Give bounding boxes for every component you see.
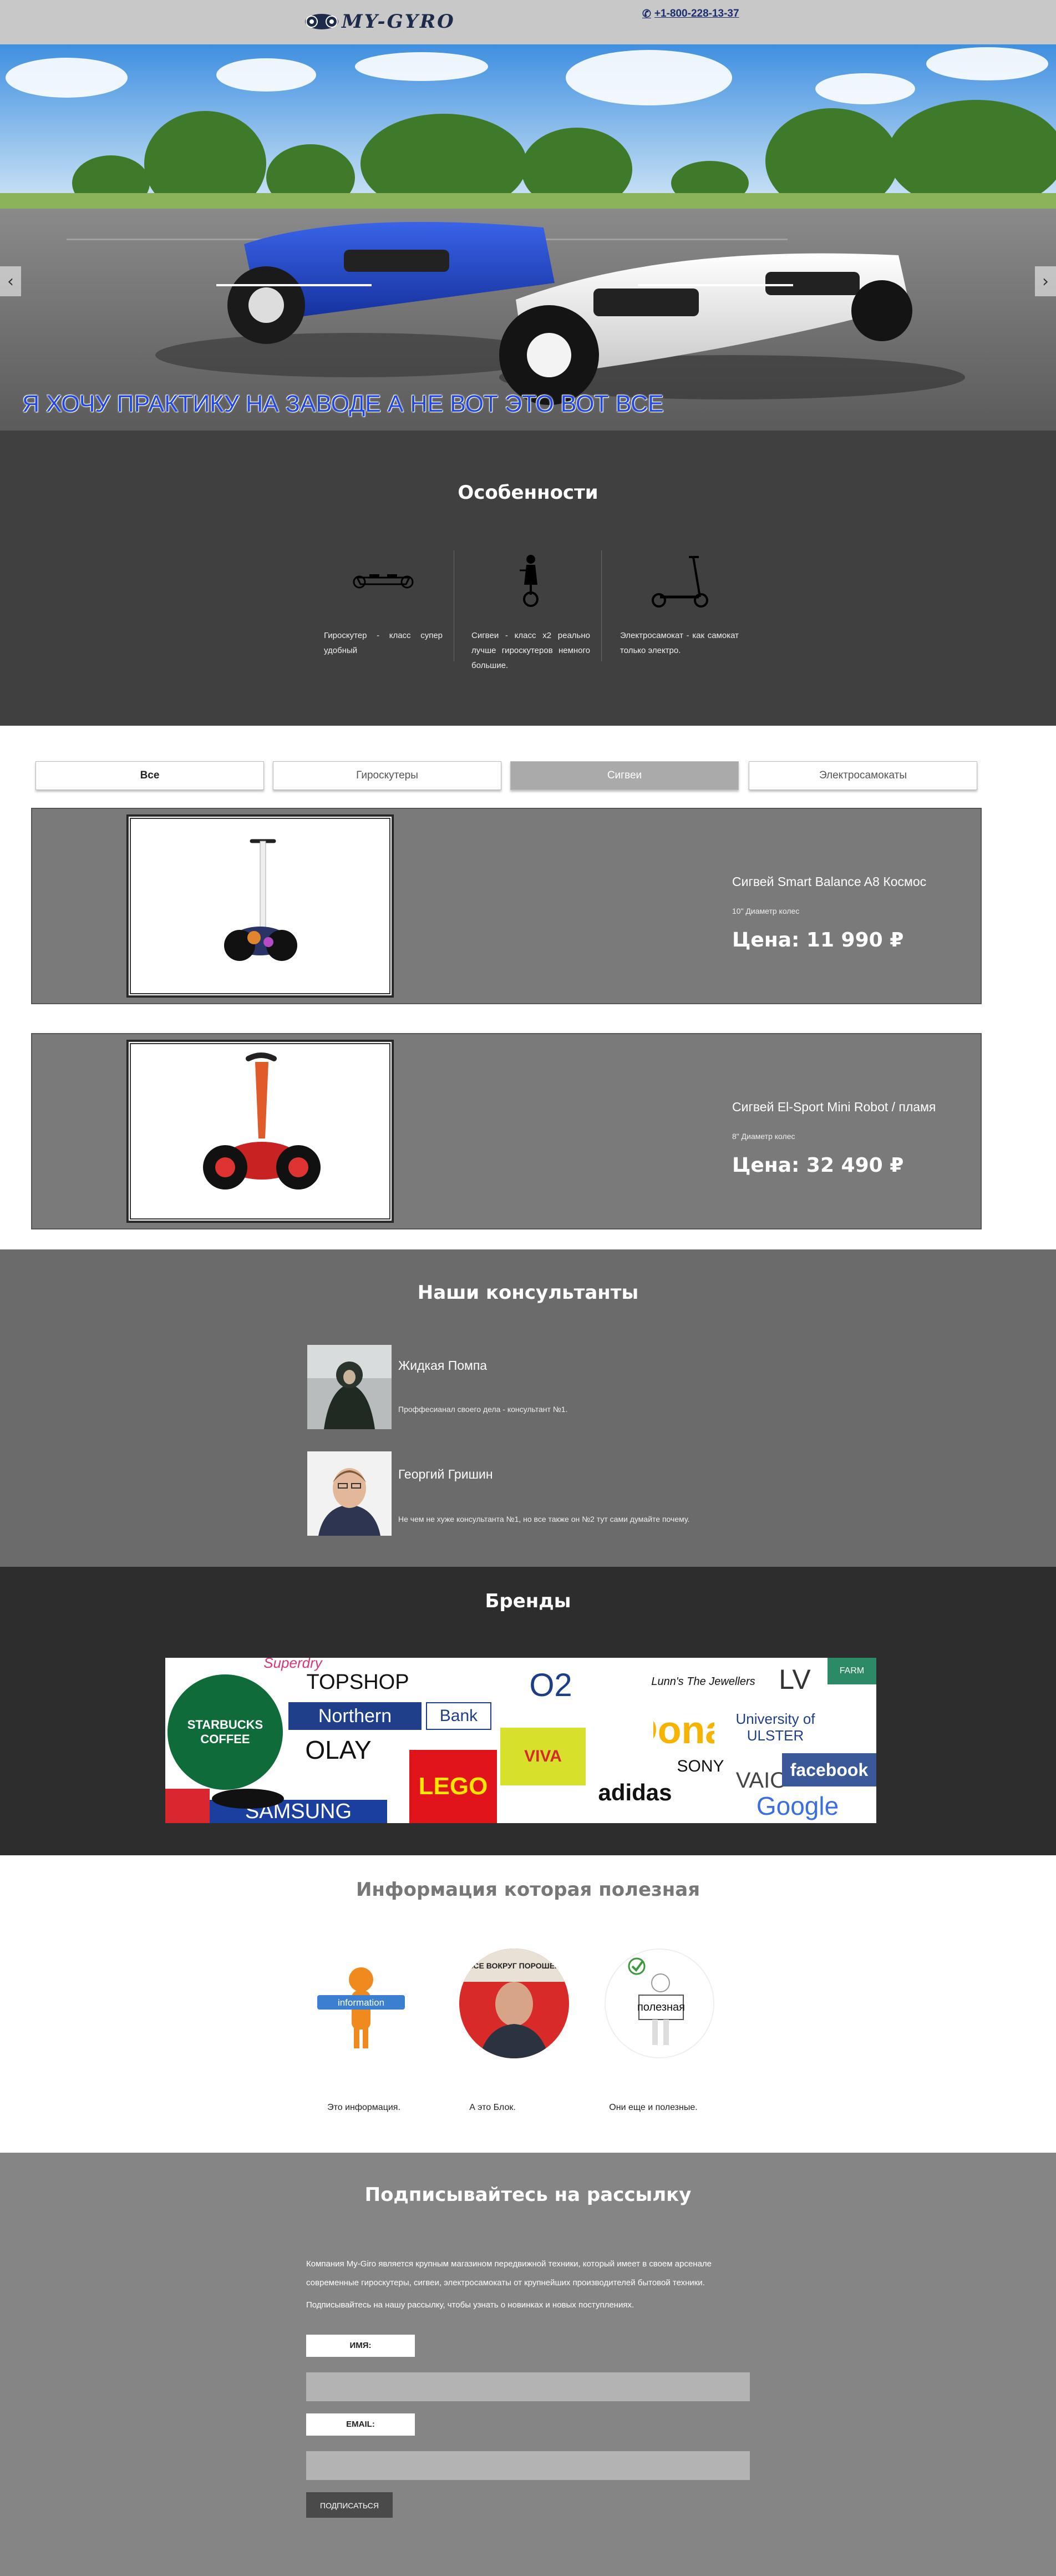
feature-item: Сигвеи - класс x2 реально лучше гироскут…: [471, 553, 590, 673]
consultant-name: Георгий Гришин: [398, 1467, 493, 1481]
info-sign-text: полезная: [637, 2001, 685, 2013]
info-section: Информация которая полезная information …: [0, 1855, 1056, 2153]
tab-scooters[interactable]: Электросамокаты: [749, 761, 977, 790]
chevron-left-icon: ‹: [7, 271, 14, 291]
product-image[interactable]: [126, 814, 394, 998]
product-spec: 8" Диаметр колес: [732, 1132, 795, 1141]
product-card[interactable]: Сигвей El-Sport Mini Robot / пламя 8" Ди…: [31, 1033, 982, 1229]
info-image[interactable]: information: [306, 1949, 416, 2058]
logo-text: MY-GYRO: [342, 11, 455, 33]
brand-logo: FARM: [827, 1658, 876, 1684]
hoverboard-logo-icon: [305, 14, 338, 29]
brand-logo: adidas: [598, 1779, 672, 1805]
info-caption: Это информация.: [327, 2103, 400, 2112]
features-section: Особенности Гироскутер - класс супер удо…: [0, 431, 1056, 726]
name-label: ИМЯ:: [306, 2335, 415, 2357]
brand-logo: STARBUCKS COFFEE: [167, 1674, 283, 1790]
segway-icon: [471, 553, 590, 608]
slider-indicator-1[interactable]: [216, 284, 372, 286]
brand-logo: O2: [529, 1667, 572, 1703]
info-image[interactable]: ВСЕ ВОКРУГ ПОРОШЕН: [459, 1949, 569, 2058]
feature-item: Электросамокат - как самокат только элек…: [620, 553, 739, 658]
hero-caption: Я ХОЧУ ПРАКТИКУ НА ЗАВОДЕ А НЕ ВОТ ЭТО В…: [22, 391, 664, 417]
slider-prev-button[interactable]: ‹: [0, 266, 21, 296]
product-card[interactable]: Сигвей Smart Balance A8 Космос 10" Диаме…: [31, 808, 982, 1004]
feature-text: Электросамокат - как самокат только элек…: [620, 631, 739, 655]
site-header: MY-GYRO ✆ +1-800-228-13-37: [0, 0, 1056, 44]
info-image[interactable]: полезная: [605, 1949, 714, 2058]
consultants-section: Наши консультанты Жидкая Помпа Проффесиа…: [0, 1249, 1056, 1567]
subscribe-title: Подписывайтесь на рассылку: [364, 2184, 692, 2206]
logo[interactable]: MY-GYRO: [304, 9, 476, 34]
phone-number: +1-800-228-13-37: [654, 8, 739, 19]
tab-segways[interactable]: Сигвеи: [510, 761, 739, 790]
brand-logo: Bank: [426, 1702, 491, 1730]
tab-hoverboards[interactable]: Гироскутеры: [273, 761, 501, 790]
avatar: [307, 1345, 392, 1429]
consultant-name: Жидкая Помпа: [398, 1358, 488, 1373]
subscribe-button[interactable]: ПОДПИСАТЬСЯ: [306, 2492, 393, 2518]
feature-text: Сигвеи - класс x2 реально лучше гироскут…: [471, 631, 590, 670]
brand-logo: TOPSHOP: [306, 1670, 409, 1694]
brand-logo: Google: [756, 1791, 839, 1820]
slider-next-button[interactable]: ›: [1035, 266, 1056, 296]
avatar: [307, 1451, 392, 1536]
nike-swoosh-icon: [212, 1789, 284, 1809]
email-field[interactable]: [306, 2451, 750, 2480]
product-image[interactable]: [126, 1040, 394, 1223]
phone-link[interactable]: ✆ +1-800-228-13-37: [642, 6, 739, 22]
brand-logo: University of ULSTER: [735, 1710, 815, 1744]
tab-all[interactable]: Все: [35, 761, 264, 790]
consultant-desc: Проффесианал своего дела - консультант №…: [398, 1405, 568, 1414]
feature-divider: [601, 550, 602, 661]
brand-logo: VIVA: [500, 1728, 586, 1785]
hero-image: [0, 44, 1056, 431]
scooter-icon: [620, 553, 739, 608]
brand-logo: Lunn's The Jewellers: [651, 1675, 755, 1688]
info-caption: Они еще и полезные.: [609, 2103, 698, 2112]
product-name[interactable]: Сигвей Smart Balance A8 Космос: [732, 874, 926, 889]
consultant-desc: Не чем не хуже консультанта №1, но все т…: [398, 1515, 690, 1524]
subscribe-description: Компания My-Giro является крупным магази…: [306, 2259, 712, 2287]
info-caption: А это Блок.: [469, 2103, 516, 2112]
feature-item: Гироскутер - класс супер удобный: [324, 553, 443, 658]
phone-icon: ✆: [642, 8, 651, 20]
chevron-right-icon: ›: [1042, 271, 1049, 291]
feature-text: Гироскутер - класс супер удобный: [324, 631, 443, 655]
subscribe-section: Подписывайтесь на рассылку Компания My-G…: [0, 2153, 1056, 2576]
brand-logo: Northern: [288, 1702, 422, 1730]
hoverboard-icon: [324, 553, 443, 608]
product-price: Цена: 11 990 ₽: [732, 929, 904, 952]
brand-logo: Superdry: [263, 1658, 322, 1671]
brand-logo: OLAY: [305, 1735, 372, 1764]
features-title: Особенности: [458, 482, 598, 504]
info-sign-text: information: [338, 1997, 384, 2008]
info-title: Информация которая полезная: [356, 1879, 700, 1901]
info-sign-text: ВСЕ ВОКРУГ ПОРОШЕН: [468, 1961, 560, 1970]
brand-logo: McDonald's: [653, 1708, 714, 1752]
consultants-title: Наши консультанты: [417, 1282, 639, 1304]
slider-indicator-2[interactable]: [638, 284, 793, 286]
brand-logo: facebook: [782, 1753, 876, 1787]
product-spec: 10" Диаметр колес: [732, 907, 800, 915]
brands-section: Бренды Superdry TOPSHOP O2 Lunn's The Je…: [0, 1567, 1056, 1855]
product-price: Цена: 32 490 ₽: [732, 1154, 904, 1177]
brand-logo: LV: [779, 1664, 811, 1695]
product-name[interactable]: Сигвей El-Sport Mini Robot / пламя: [732, 1100, 936, 1115]
email-label: EMAIL:: [306, 2413, 415, 2436]
name-field[interactable]: [306, 2372, 750, 2401]
brands-title: Бренды: [485, 1590, 571, 1612]
heart-logo-icon: [165, 1789, 210, 1823]
hero-slider: ‹ › Я ХОЧУ ПРАКТИКУ НА ЗАВОДЕ А НЕ ВОТ Э…: [0, 44, 1056, 431]
subscribe-call-to-action: Подписывайтесь на нашу рассылку, чтобы у…: [306, 2300, 634, 2310]
brand-logo-collage: Superdry TOPSHOP O2 Lunn's The Jewellers…: [165, 1658, 876, 1823]
brand-logo: LEGO: [409, 1750, 497, 1823]
